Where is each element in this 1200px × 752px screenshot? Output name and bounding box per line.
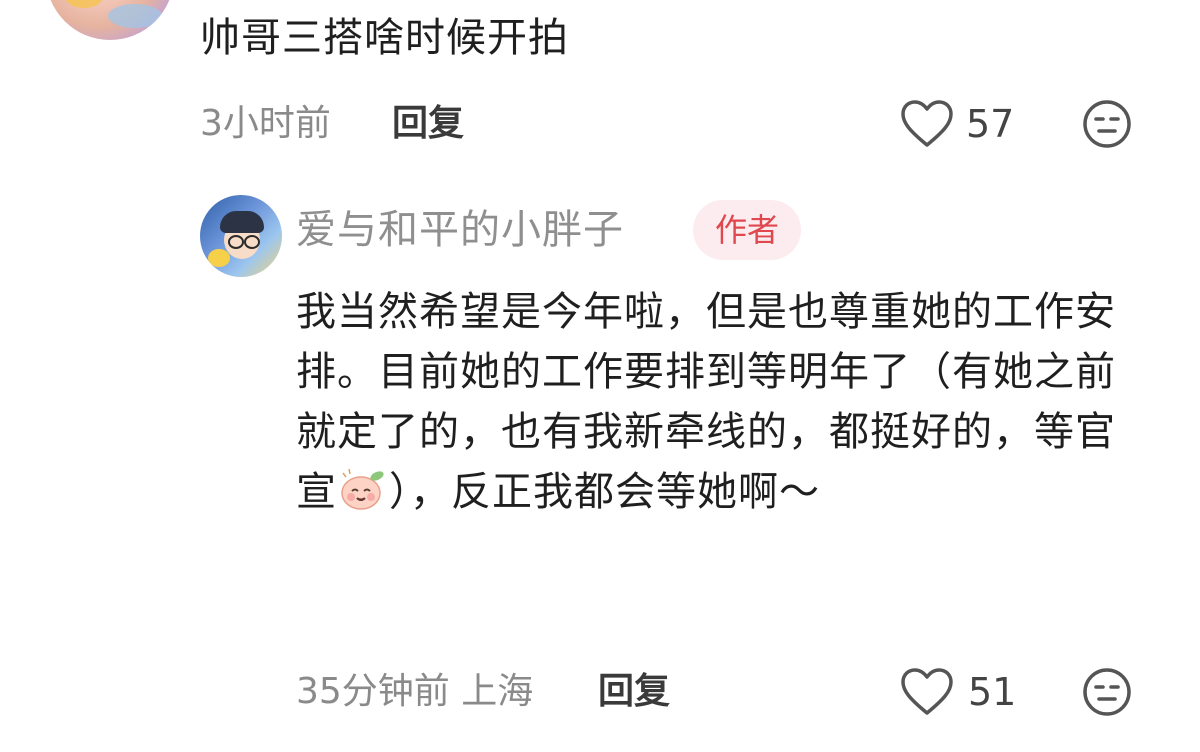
author-avatar[interactable] <box>200 195 282 277</box>
reply-time-location: 35分钟前 上海 <box>296 671 534 712</box>
reply-text-part-2: ），反正我都会等她啊～ <box>389 469 820 515</box>
author-reply-button[interactable]: 回复 <box>598 670 670 714</box>
dislike-face-icon[interactable] <box>1082 667 1132 717</box>
author-badge: 作者 <box>693 200 801 260</box>
comment-time: 3小时前 <box>200 103 331 144</box>
commenter-avatar[interactable] <box>46 0 174 40</box>
heart-icon[interactable] <box>900 99 954 149</box>
comment-text: 帅哥三搭啥时候开拍 <box>200 15 569 61</box>
dislike-face-icon[interactable] <box>1082 99 1132 149</box>
comment-like-count: 57 <box>966 102 1015 146</box>
reply-like-count: 51 <box>968 670 1017 714</box>
heart-icon[interactable] <box>900 667 954 717</box>
comment-reply-button[interactable]: 回复 <box>392 102 464 146</box>
author-reply-text: 我当然希望是今年啦，但是也尊重她的工作安排。目前她的工作要排到等明年了（有她之前… <box>296 282 1136 528</box>
peach-blush-emoji-icon <box>339 468 387 521</box>
author-name[interactable]: 爱与和平的小胖子 <box>296 206 624 254</box>
